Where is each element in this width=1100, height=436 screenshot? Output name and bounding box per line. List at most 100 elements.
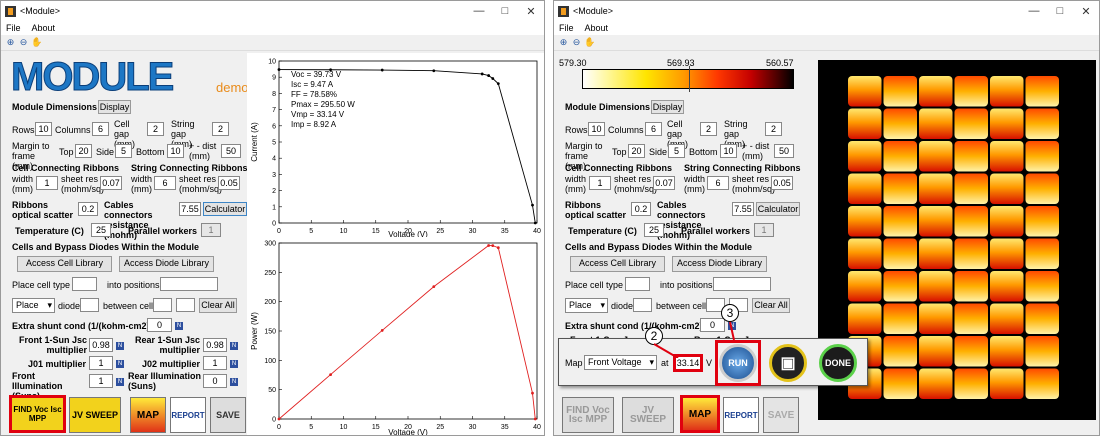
access-cell-library-button[interactable]: Access Cell Library <box>570 256 665 272</box>
map-cell <box>990 108 1024 139</box>
scr-width-input[interactable]: 6 <box>707 176 729 190</box>
access-diode-library-button[interactable]: Access Diode Library <box>672 256 767 272</box>
parallel-workers-input[interactable]: 1 <box>201 223 221 237</box>
bottom-label: Bottom <box>689 147 718 157</box>
menu-file[interactable]: File <box>6 23 21 33</box>
clear-all-button[interactable]: Clear All <box>752 298 790 313</box>
report-button[interactable]: REPORT <box>723 397 759 433</box>
save-button[interactable]: SAVE <box>210 397 246 433</box>
find-voc-isc-mpp-button[interactable]: FIND Voc Isc MPP <box>9 395 66 433</box>
side-input[interactable]: 5 <box>668 144 685 158</box>
cables-input[interactable]: 7.55 <box>179 202 201 216</box>
data-point <box>496 246 500 250</box>
save-button[interactable]: SAVE <box>763 397 799 433</box>
display-button[interactable]: Display <box>651 100 684 114</box>
cables-input[interactable]: 7.55 <box>732 202 754 216</box>
pan-hand-icon[interactable]: ✋ <box>31 37 42 48</box>
maximize-icon[interactable]: □ <box>492 5 518 17</box>
close-icon[interactable]: ✕ <box>1073 5 1099 18</box>
bottom-input[interactable]: 10 <box>720 144 737 158</box>
cell-gap-input[interactable]: 2 <box>700 122 717 136</box>
map-quantity-dropdown[interactable]: Front Voltage <box>584 355 657 370</box>
report-button[interactable]: REPORT <box>170 397 206 433</box>
map-cell <box>919 271 953 302</box>
access-cell-library-button[interactable]: Access Cell Library <box>17 256 112 272</box>
dist-input[interactable]: 50 <box>774 144 794 158</box>
x-tick-label: 5 <box>309 228 313 235</box>
title-bar: <Module> — □ ✕ <box>554 1 1099 21</box>
find-voc-isc-mpp-button[interactable]: FIND Voc Isc MPP <box>562 397 614 433</box>
ccr-sheet-input[interactable]: 0.07 <box>100 176 122 190</box>
front-jsc-input[interactable]: 0.98 <box>89 338 113 352</box>
cell-a-input[interactable] <box>153 298 172 312</box>
calculator-button[interactable]: Calculator <box>203 202 247 216</box>
j02-input[interactable]: 1 <box>203 356 227 370</box>
scr-width-input[interactable]: 6 <box>154 176 176 190</box>
side-input[interactable]: 5 <box>115 144 132 158</box>
dist-input[interactable]: 50 <box>221 144 241 158</box>
scr-sheet-input[interactable]: 0.05 <box>771 176 793 190</box>
rows-input[interactable]: 10 <box>35 122 52 136</box>
menu-file[interactable]: File <box>559 23 574 33</box>
string-gap-input[interactable]: 2 <box>765 122 782 136</box>
zoom-in-icon[interactable]: ⊕ <box>5 37 16 48</box>
temperature-input[interactable]: 25 <box>644 223 664 237</box>
cell-gap-input[interactable]: 2 <box>147 122 164 136</box>
scr-sheet-input[interactable]: 0.05 <box>218 176 240 190</box>
top-input[interactable]: 20 <box>628 144 645 158</box>
map-button[interactable]: MAP <box>680 395 720 433</box>
maximize-icon[interactable]: □ <box>1047 5 1073 17</box>
jv-sweep-button[interactable]: JV SWEEP <box>69 397 121 433</box>
positions-input[interactable] <box>160 277 218 291</box>
map-button[interactable]: MAP <box>130 397 166 433</box>
top-input[interactable]: 20 <box>75 144 92 158</box>
string-gap-input[interactable]: 2 <box>212 122 229 136</box>
data-point <box>531 391 534 395</box>
parallel-workers-input[interactable]: 1 <box>754 223 774 237</box>
positions-input[interactable] <box>713 277 771 291</box>
cell-type-input[interactable] <box>72 277 97 291</box>
access-diode-library-button[interactable]: Access Diode Library <box>119 256 214 272</box>
zoom-out-icon[interactable]: ⊖ <box>571 37 582 48</box>
diode-input[interactable] <box>633 298 652 312</box>
into-positions-label: into positions <box>660 280 713 290</box>
zoom-in-icon[interactable]: ⊕ <box>558 37 569 48</box>
front-illumination-input[interactable]: 1 <box>89 374 113 388</box>
pan-hand-icon[interactable]: ✋ <box>584 37 595 48</box>
scr-width-label: width (mm) <box>131 174 153 194</box>
rows-input[interactable]: 10 <box>588 122 605 136</box>
place-dropdown[interactable]: Place <box>12 298 55 313</box>
bottom-input[interactable]: 10 <box>167 144 184 158</box>
minimize-icon[interactable]: — <box>1021 5 1047 17</box>
j01-input[interactable]: 1 <box>89 356 113 370</box>
shunt-input[interactable]: 0 <box>147 318 172 332</box>
clear-all-button[interactable]: Clear All <box>199 298 237 313</box>
display-button[interactable]: Display <box>98 100 131 114</box>
map-cell <box>919 108 953 139</box>
rear-jsc-input[interactable]: 0.98 <box>203 338 227 352</box>
columns-input[interactable]: 6 <box>92 122 109 136</box>
cell-type-input[interactable] <box>625 277 650 291</box>
camera-button[interactable]: ▣ <box>769 344 807 382</box>
ccr-width-input[interactable]: 1 <box>589 176 611 190</box>
place-dropdown[interactable]: Place <box>565 298 608 313</box>
menu-about[interactable]: About <box>585 23 609 33</box>
columns-input[interactable]: 6 <box>645 122 662 136</box>
minimize-icon[interactable]: — <box>466 5 492 17</box>
diode-input[interactable] <box>80 298 99 312</box>
ribbons-input[interactable]: 0.2 <box>631 202 651 216</box>
calculator-button[interactable]: Calculator <box>756 202 800 216</box>
temperature-input[interactable]: 25 <box>91 223 111 237</box>
jv-sweep-button[interactable]: JV SWEEP <box>622 397 674 433</box>
top-label: Top <box>612 147 627 157</box>
zoom-out-icon[interactable]: ⊖ <box>18 37 29 48</box>
cell-b-input[interactable] <box>176 298 195 312</box>
ccr-sheet-input[interactable]: 0.07 <box>653 176 675 190</box>
ccr-width-input[interactable]: 1 <box>36 176 58 190</box>
done-button[interactable]: DONE <box>819 344 857 382</box>
menu-about[interactable]: About <box>32 23 56 33</box>
map-cell <box>883 206 917 237</box>
ribbons-input[interactable]: 0.2 <box>78 202 98 216</box>
rear-illumination-input[interactable]: 0 <box>203 374 227 388</box>
close-icon[interactable]: ✕ <box>518 5 544 18</box>
